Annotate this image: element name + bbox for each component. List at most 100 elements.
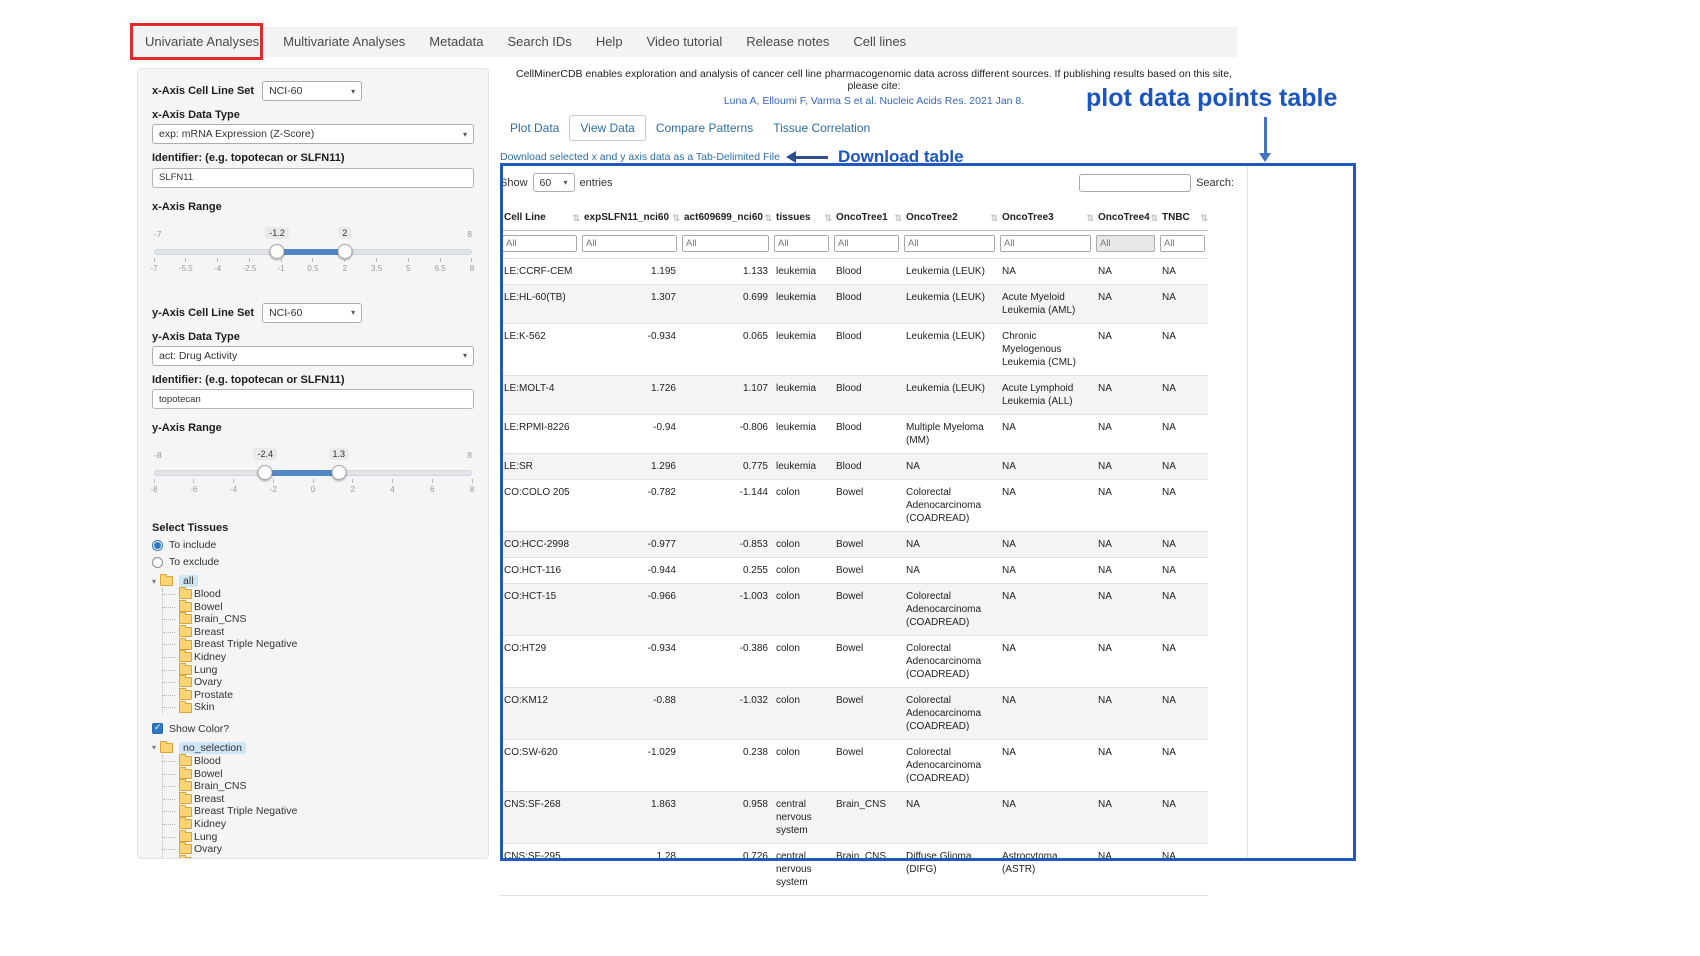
column-filter-input[interactable] <box>582 235 677 252</box>
tab-compare-patterns[interactable]: Compare Patterns <box>646 116 763 140</box>
nav-item[interactable]: Cell lines <box>841 27 918 57</box>
y-cell-line-set-select[interactable]: NCI-60 ▾ <box>262 303 362 323</box>
tissue-tree-item[interactable]: Breast <box>163 626 474 639</box>
tissue-tree-item[interactable]: Brain_CNS <box>163 613 474 626</box>
sort-icon: ⇅ <box>672 213 680 224</box>
y-data-type-select[interactable]: act: Drug Activity ▾ <box>152 346 474 366</box>
tab-plot-data[interactable]: Plot Data <box>500 116 569 140</box>
tissue-tree-item[interactable]: Breast Triple Negative <box>163 638 474 651</box>
oncotree3-cell: NA <box>998 558 1094 584</box>
tissue-tree-item[interactable]: Breast Triple Negative <box>163 805 474 818</box>
entries-count-select[interactable]: 60 ▾ <box>533 173 575 192</box>
tnbc-cell: NA <box>1158 844 1208 896</box>
column-header[interactable]: tissues ⇅ <box>772 205 832 231</box>
column-header[interactable]: OncoTree2 ⇅ <box>902 205 998 231</box>
tissue-tree-item[interactable]: Lung <box>163 831 474 844</box>
tree-collapse-icon[interactable]: ▾ <box>152 577 156 586</box>
cell-line-cell: CNS:SF-295 <box>500 844 580 896</box>
column-filter-input[interactable] <box>834 235 899 252</box>
tissue-tree-item[interactable]: Ovary <box>163 676 474 689</box>
tissue-tree-item[interactable]: Ovary <box>163 843 474 856</box>
tab-view-data[interactable]: View Data <box>569 115 645 141</box>
act-value-cell: 1.107 <box>680 376 772 415</box>
slider-handle-to[interactable] <box>337 244 352 259</box>
tab-tissue-correlation[interactable]: Tissue Correlation <box>763 116 880 140</box>
cell-line-cell: CO:SW-620 <box>500 740 580 792</box>
sort-icon: ⇅ <box>764 213 772 224</box>
tissue-tree-item[interactable]: Blood <box>163 755 474 768</box>
column-header[interactable]: Cell Line ⇅ <box>500 205 580 231</box>
tree-collapse-icon[interactable]: ▾ <box>152 743 156 752</box>
oncotree4-cell: NA <box>1094 792 1158 844</box>
x-data-type-select[interactable]: exp: mRNA Expression (Z-Score) ▾ <box>152 124 474 144</box>
tissue-tree-item[interactable]: Breast <box>163 793 474 806</box>
tissue-tree-item[interactable]: Kidney <box>163 651 474 664</box>
show-color-checkbox[interactable]: Show Color? <box>152 723 474 735</box>
tissue-tree-item[interactable]: Bowel <box>163 768 474 781</box>
tissue-tree-item[interactable]: Blood <box>163 588 474 601</box>
slider-handle-from[interactable] <box>270 244 285 259</box>
slider-to-value: 1.3 <box>328 448 349 460</box>
column-filter-input[interactable] <box>1000 235 1091 252</box>
nav-item[interactable]: Multivariate Analyses <box>271 27 417 57</box>
entries-label: entries <box>580 177 613 189</box>
oncotree1-cell: Blood <box>832 259 902 285</box>
column-filter-input[interactable] <box>682 235 769 252</box>
column-filter-input[interactable] <box>1096 235 1155 252</box>
slider-handle-from[interactable] <box>258 465 273 480</box>
column-header[interactable]: OncoTree1 ⇅ <box>832 205 902 231</box>
y-identifier-input[interactable] <box>152 389 474 409</box>
column-header[interactable]: act609699_nci60 ⇅ <box>680 205 772 231</box>
exp-value-cell: 1.307 <box>580 285 680 324</box>
table-row: CO:COLO 205 -0.782 -1.144 colon Bowel Co… <box>500 480 1208 532</box>
tissue-tree-item[interactable]: Prostate <box>163 689 474 702</box>
nav-item[interactable]: Search IDs <box>496 27 584 57</box>
tissue-tree-item[interactable]: Kidney <box>163 818 474 831</box>
oncotree1-cell: Blood <box>832 376 902 415</box>
oncotree3-cell: Acute Lymphoid Leukemia (ALL) <box>998 376 1094 415</box>
tissues-cell: colon <box>772 636 832 688</box>
folder-icon <box>179 819 192 829</box>
oncotree2-cell: Colorectal Adenocarcinoma (COADREAD) <box>902 584 998 636</box>
slider-selected-bar <box>265 470 338 476</box>
tissue-tree-item[interactable]: Skin <box>163 701 474 714</box>
tnbc-cell: NA <box>1158 415 1208 454</box>
column-header[interactable]: OncoTree4 ⇅ <box>1094 205 1158 231</box>
oncotree2-cell: Colorectal Adenocarcinoma (COADREAD) <box>902 740 998 792</box>
tissue-tree-item[interactable]: Prostate <box>163 856 474 859</box>
column-filter-input[interactable] <box>1160 235 1205 252</box>
download-data-link[interactable]: Download selected x and y axis data as a… <box>500 151 780 163</box>
tree-root-all[interactable]: all <box>179 575 198 587</box>
column-header[interactable]: TNBC ⇅ <box>1158 205 1208 231</box>
tissues-exclude-radio[interactable]: To exclude <box>152 556 474 568</box>
slider-min-label: -7 <box>154 229 162 239</box>
column-filter-input[interactable] <box>904 235 995 252</box>
x-identifier-input[interactable] <box>152 168 474 188</box>
slider-handle-to[interactable] <box>331 465 346 480</box>
nav-item[interactable]: Video tutorial <box>635 27 735 57</box>
column-header[interactable]: expSLFN11_nci60 ⇅ <box>580 205 680 231</box>
column-filter-input[interactable] <box>502 235 577 252</box>
column-filter-input[interactable] <box>774 235 829 252</box>
tnbc-cell: NA <box>1158 480 1208 532</box>
tissue-tree-item[interactable]: Bowel <box>163 601 474 614</box>
tissue-tree-item[interactable]: Brain_CNS <box>163 780 474 793</box>
nav-item[interactable]: Release notes <box>734 27 841 57</box>
y-axis-range-slider: -8 8 -2.4 1.3 -8-6-4-202468 <box>154 450 472 502</box>
tissues-include-radio[interactable]: To include <box>152 539 474 551</box>
column-header[interactable]: OncoTree3 ⇅ <box>998 205 1094 231</box>
act-value-cell: -1.144 <box>680 480 772 532</box>
tree-root-no-selection[interactable]: no_selection <box>179 742 246 754</box>
search-input[interactable] <box>1079 174 1191 192</box>
tissue-tree-item[interactable]: Lung <box>163 664 474 677</box>
nav-item[interactable]: Help <box>584 27 635 57</box>
x-cell-line-set-select[interactable]: NCI-60 ▾ <box>262 81 362 101</box>
nav-item[interactable]: Metadata <box>417 27 495 57</box>
oncotree4-cell: NA <box>1094 688 1158 740</box>
folder-icon <box>179 677 192 687</box>
oncotree3-cell: NA <box>998 480 1094 532</box>
tnbc-cell: NA <box>1158 558 1208 584</box>
folder-icon <box>160 576 173 586</box>
nav-item[interactable]: Univariate Analyses <box>133 27 271 57</box>
oncotree4-cell: NA <box>1094 740 1158 792</box>
